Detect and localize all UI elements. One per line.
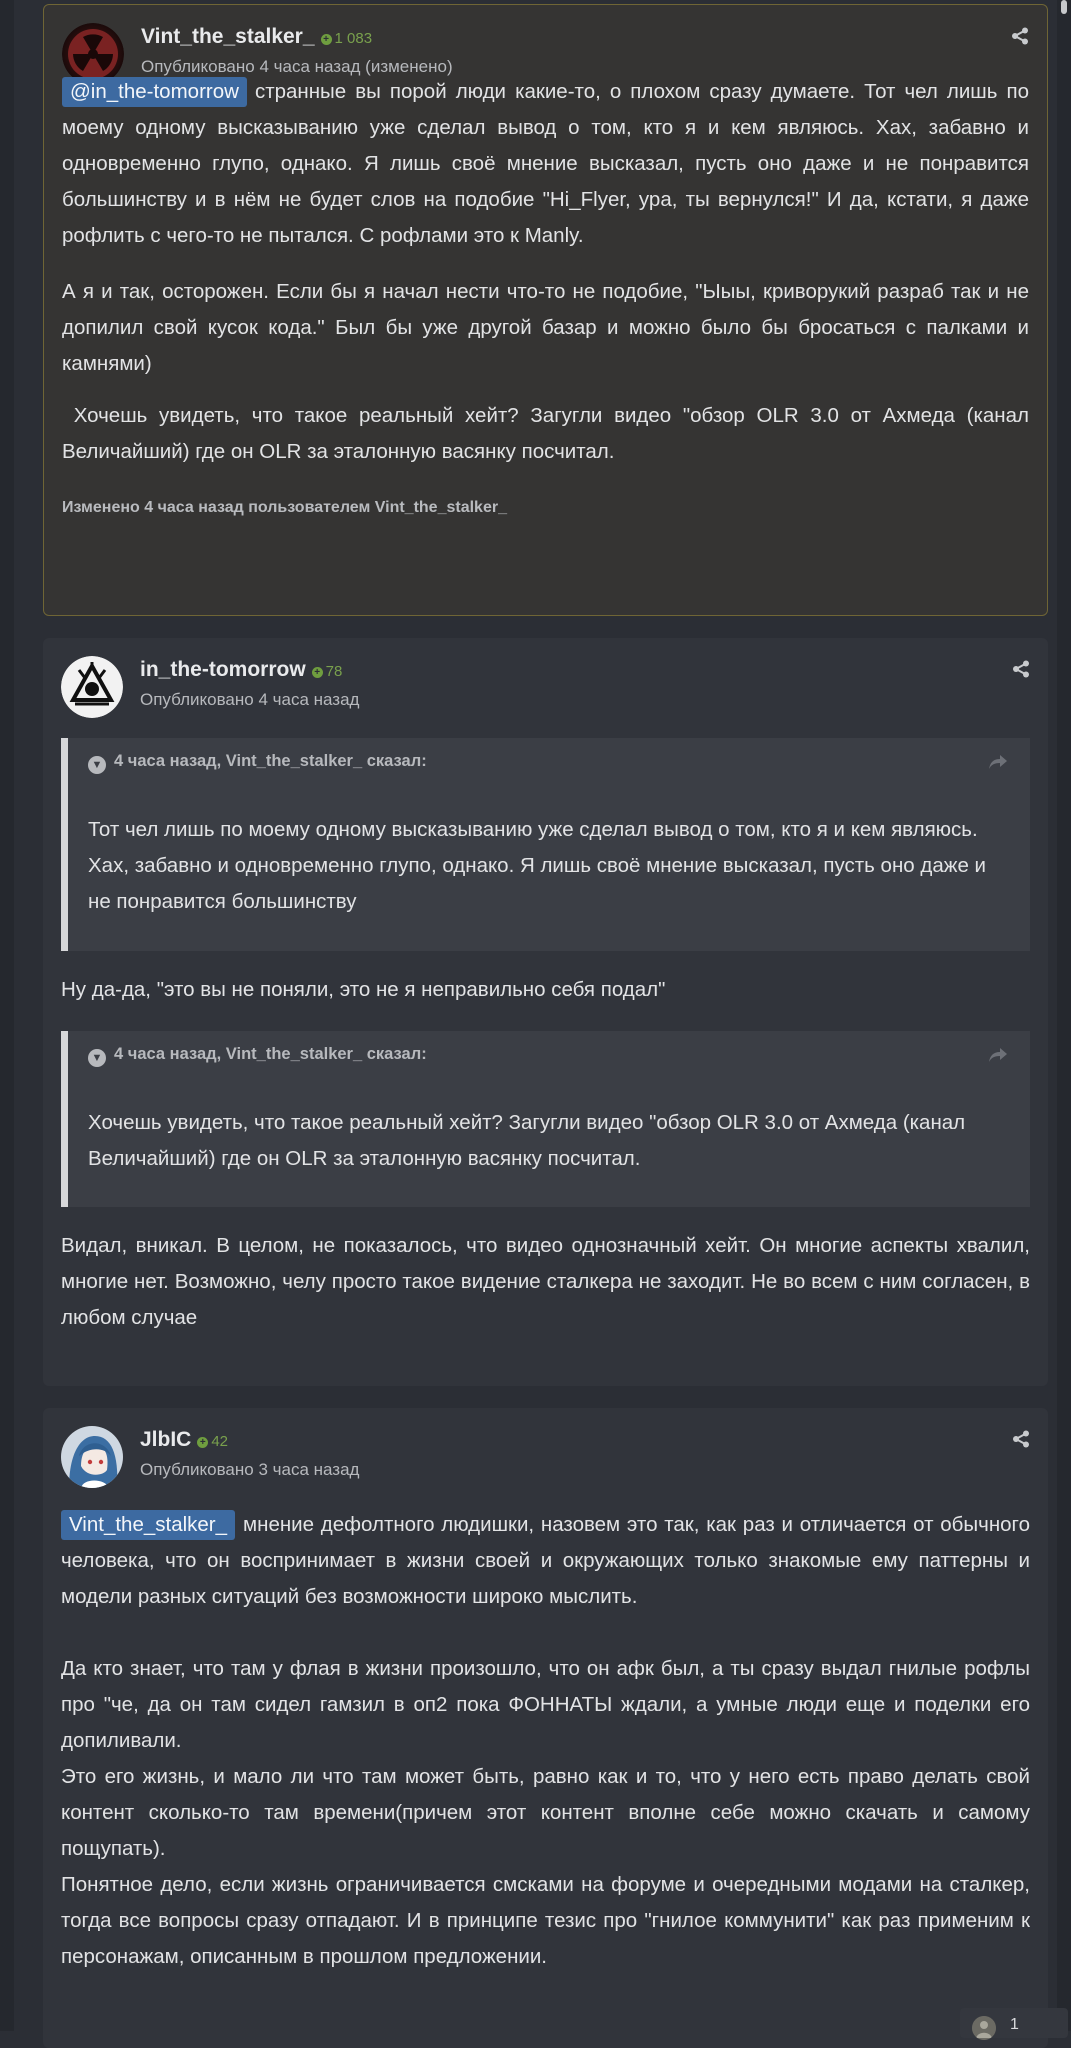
paragraph: Vint_the_stalker_ мнение дефолтного людиш… <box>61 1507 1030 1615</box>
author-line: Vint_the_stalker_ +1 083 <box>141 25 372 49</box>
left-gutter <box>0 0 14 2031</box>
quote-block: ▼ 4 часа назад, Vint_the_stalker_ сказал:… <box>61 1031 1030 1207</box>
paragraph: Понятное дело, если жизнь ограничивается… <box>61 1873 1030 1968</box>
reply-text: Ну да-да, "это вы не поняли, это не я не… <box>61 978 666 1001</box>
paragraph: А я и так, осторожен. Если бы я начал не… <box>62 280 1029 375</box>
reputation-count: 78 <box>325 663 343 680</box>
quote-citation: 4 часа назад, Vint_the_stalker_ сказал: <box>114 752 427 770</box>
chevron-down-icon[interactable]: ▼ <box>88 1049 106 1067</box>
reputation-count: 1 083 <box>334 30 373 47</box>
quote-header[interactable]: ▼ 4 часа назад, Vint_the_stalker_ сказал: <box>88 1045 427 1067</box>
scrollbar-thumb[interactable] <box>1061 0 1067 14</box>
quote-text: Хочешь увидеть, что такое реальный хейт?… <box>88 1111 966 1170</box>
emblem-avatar-icon <box>61 656 123 718</box>
author-name[interactable]: JlbIC <box>140 1428 191 1451</box>
reputation-plus-icon: + <box>311 667 323 678</box>
reputation-badge: +78 <box>311 663 343 680</box>
author-line: JlbIC +42 <box>140 1428 228 1452</box>
post-content: Vint_the_stalker_ мнение дефолтного людиш… <box>61 1507 1030 1975</box>
edited-note: Изменено 4 часа назад пользователем Vint… <box>62 499 507 516</box>
scrollbar-track[interactable] <box>1057 0 1071 2031</box>
post-header: JlbIC +42 Опубликовано 3 часа назад <box>43 1408 1048 1498</box>
post-vint: Vint_the_stalker_ +1 083 Опубликовано 4 ч… <box>43 4 1048 616</box>
reaction-count: 1 <box>1010 2016 1019 2033</box>
paragraph: Это его жизнь, и мало ли что там может б… <box>61 1765 1030 1860</box>
reputation-badge: +1 083 <box>320 30 373 47</box>
share-icon[interactable] <box>1011 27 1029 45</box>
author-name[interactable]: in_the-tomorrow <box>140 658 306 681</box>
post-meta[interactable]: Опубликовано 4 часа назад <box>140 690 359 710</box>
reputation-plus-icon: + <box>320 34 332 45</box>
author-name[interactable]: Vint_the_stalker_ <box>141 25 315 48</box>
chevron-down-icon[interactable]: ▼ <box>88 756 106 774</box>
paragraph: Хочешь увидеть, что такое реальный хейт?… <box>62 404 1035 463</box>
quote-goto-icon[interactable] <box>988 1047 1008 1063</box>
quote-citation: 4 часа назад, Vint_the_stalker_ сказал: <box>114 1045 427 1063</box>
paragraph: @in_the-tomorrow странные вы порой люди к… <box>62 74 1029 254</box>
reputation-plus-icon: + <box>197 1437 209 1448</box>
mention-tag[interactable]: @in_the-tomorrow <box>62 77 247 107</box>
avatar[interactable] <box>61 656 123 718</box>
reaction-avatar-icon[interactable] <box>972 2016 996 2040</box>
post-header: in_the-tomorrow +78 Опубликовано 4 часа н… <box>43 638 1048 728</box>
share-icon[interactable] <box>1012 1430 1030 1448</box>
author-line: in_the-tomorrow +78 <box>140 658 342 682</box>
share-icon[interactable] <box>1012 660 1030 678</box>
post-meta[interactable]: Опубликовано 3 часа назад <box>140 1460 359 1480</box>
anime-avatar-icon <box>61 1426 123 1488</box>
quote-text: Тот чел лишь по моему одному высказывани… <box>88 818 986 913</box>
quote-header[interactable]: ▼ 4 часа назад, Vint_the_stalker_ сказал: <box>88 752 427 774</box>
paragraph: Да кто знает, что там у флая в жизни про… <box>61 1657 1030 1752</box>
post-content: @in_the-tomorrow странные вы порой люди к… <box>62 74 1029 526</box>
reputation-badge: +42 <box>197 1433 228 1450</box>
mention-tag[interactable]: Vint_the_stalker_ <box>61 1510 236 1540</box>
avatar[interactable] <box>61 1426 123 1488</box>
quote-block: ▼ 4 часа назад, Vint_the_stalker_ сказал:… <box>61 738 1030 951</box>
reputation-count: 42 <box>211 1433 229 1450</box>
post-in-the-tomorrow: in_the-tomorrow +78 Опубликовано 4 часа н… <box>43 638 1048 1386</box>
reply-text: Видал, вникал. В целом, не показалось, ч… <box>61 1234 1030 1329</box>
post-jlbic: JlbIC +42 Опубликовано 3 часа назад Vint_… <box>43 1408 1048 2048</box>
quote-goto-icon[interactable] <box>988 754 1008 770</box>
